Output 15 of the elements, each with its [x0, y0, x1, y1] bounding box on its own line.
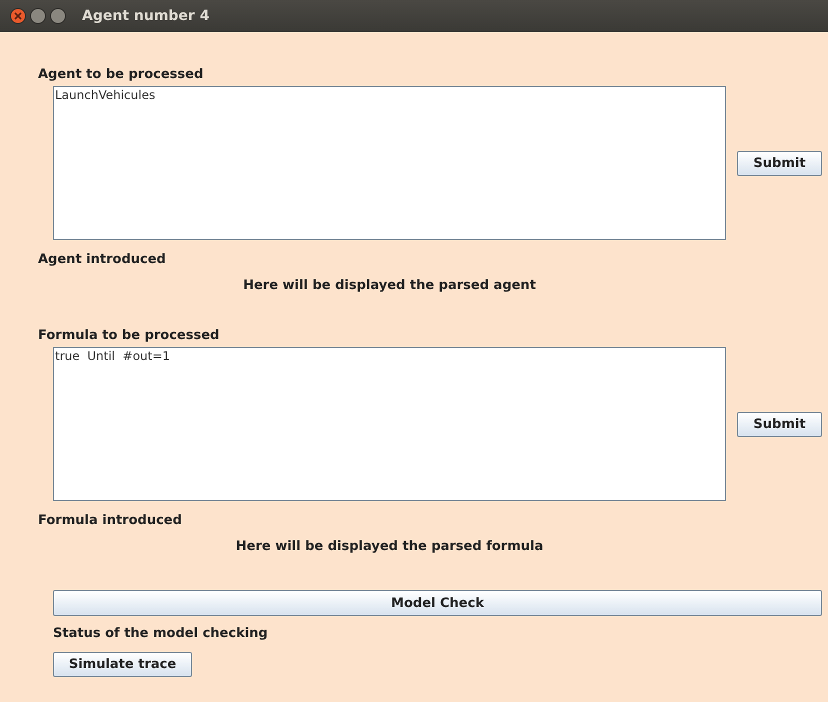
- text-area[interactable]: true Until #out=1: [53, 347, 726, 501]
- text-area[interactable]: LaunchVehicules: [53, 86, 726, 240]
- result-text: Here will be displayed the parsed formula: [236, 539, 544, 554]
- section-label: Formula to be processed: [38, 328, 220, 345]
- status-label: Status of the model checking: [53, 626, 269, 643]
- result-text: Here will be displayed the parsed agent: [243, 278, 536, 293]
- section-label: Agent to be processed: [38, 67, 204, 84]
- close-icon[interactable]: [10, 8, 26, 24]
- section-label: Formula introduced: [38, 513, 183, 530]
- section-label: Agent introduced: [38, 252, 167, 269]
- simulate-trace-button[interactable]: Simulate trace: [53, 652, 192, 677]
- submit-button[interactable]: Submit: [737, 150, 822, 176]
- submit-button[interactable]: Submit: [737, 412, 822, 436]
- window-title: Agent number 4: [82, 8, 210, 24]
- model-check-button[interactable]: Model Check: [53, 590, 822, 616]
